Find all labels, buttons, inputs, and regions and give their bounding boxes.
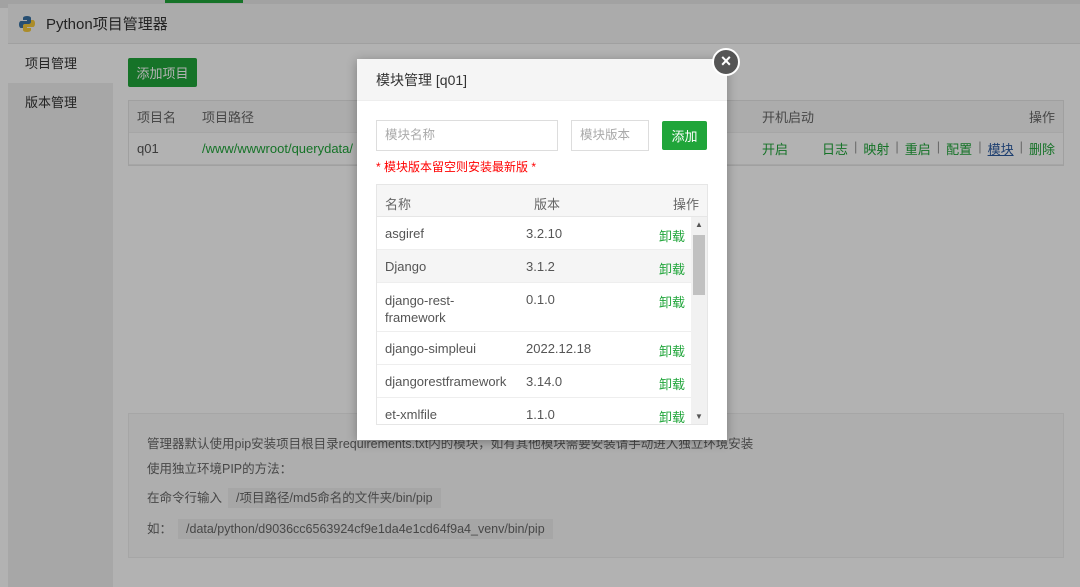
uninstall-link[interactable]: 卸载 [659, 259, 685, 278]
module-name: asgiref [385, 226, 425, 241]
uninstall-link[interactable]: 卸载 [659, 292, 685, 311]
scrollbar[interactable]: ▲ ▼ [691, 217, 707, 424]
module-name: et-xmlfile [385, 407, 438, 422]
module-row: django-rest-framework 0.1.0 卸载 [377, 283, 693, 332]
module-table-header: 名称 版本 操作 [377, 185, 707, 217]
module-row: djangorestframework 3.14.0 卸载 [377, 365, 693, 398]
uninstall-link[interactable]: 卸载 [659, 226, 685, 245]
add-module-button[interactable]: 添加 [662, 121, 707, 150]
uninstall-link[interactable]: 卸载 [659, 407, 685, 424]
module-version-input[interactable]: 模块版本 [571, 120, 649, 151]
module-name-input[interactable]: 模块名称 [376, 120, 558, 151]
dialog-title: 模块管理 [q01] [357, 59, 727, 101]
module-row: asgiref 3.2.10 卸载 [377, 217, 693, 250]
module-version: 3.1.2 [526, 259, 555, 274]
module-version: 1.1.0 [526, 407, 555, 422]
module-version: 3.14.0 [526, 374, 563, 389]
module-name: Django [385, 259, 427, 274]
module-manager-dialog: 模块管理 [q01] 模块名称 模块版本 添加 * 模块版本留空则安装最新版 *… [357, 59, 727, 440]
scroll-up-icon[interactable]: ▲ [695, 220, 703, 229]
close-icon[interactable]: × [712, 48, 740, 76]
module-version: 0.1.0 [526, 292, 555, 307]
col-module-name: 名称 [385, 197, 412, 212]
scroll-down-icon[interactable]: ▼ [695, 412, 703, 421]
module-name: djangorestframework [385, 374, 507, 389]
scroll-thumb[interactable] [693, 235, 705, 295]
uninstall-link[interactable]: 卸载 [659, 374, 685, 393]
module-name: django-rest-framework [385, 293, 455, 325]
module-name: django-simpleui [385, 341, 477, 356]
col-module-version: 版本 [534, 197, 561, 212]
module-version: 3.2.10 [526, 226, 563, 241]
uninstall-link[interactable]: 卸载 [659, 341, 685, 360]
module-version: 2022.12.18 [526, 341, 592, 356]
module-row: django-simpleui 2022.12.18 卸载 [377, 332, 693, 365]
version-note: * 模块版本留空则安装最新版 * [376, 160, 537, 174]
module-row: et-xmlfile 1.1.0 卸载 [377, 398, 693, 424]
col-module-action: 操作 [672, 197, 699, 212]
module-table: 名称 版本 操作 asgiref 3.2.10 卸载 Django 3.1.2 卸… [376, 184, 708, 425]
module-row: Django 3.1.2 卸载 [377, 250, 693, 283]
